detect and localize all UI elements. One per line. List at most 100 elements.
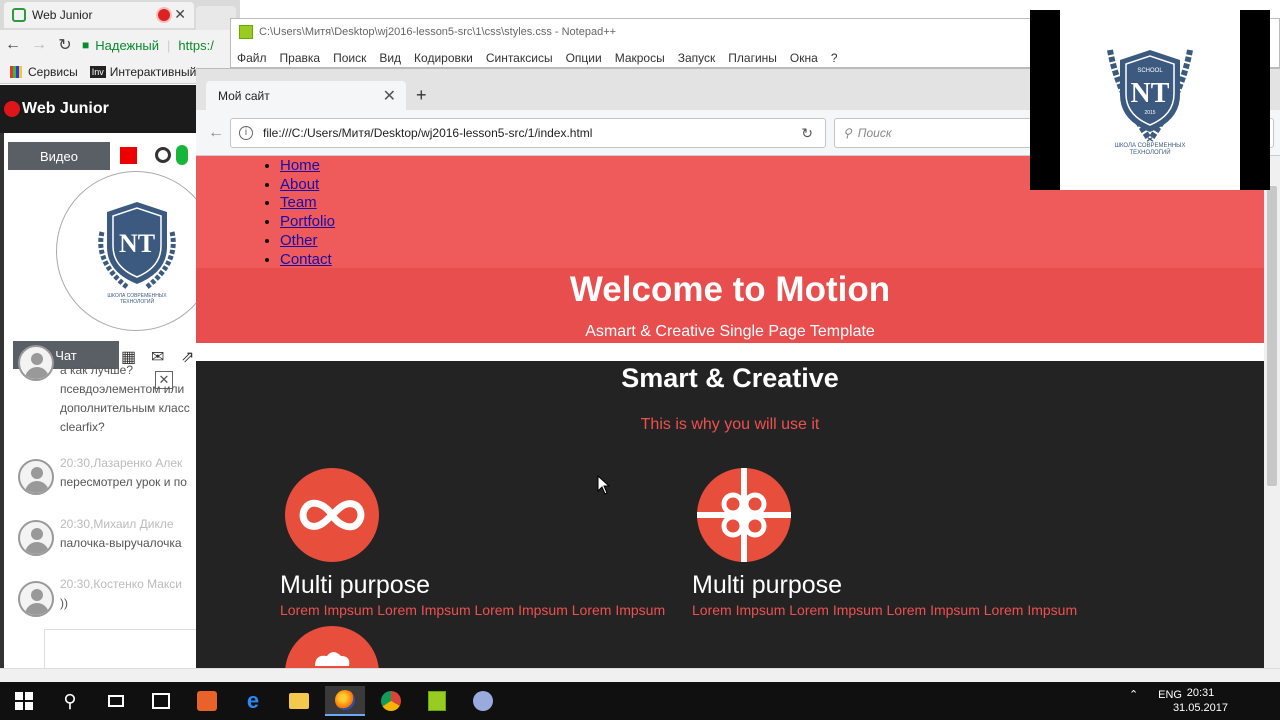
nav-link-home[interactable]: Home — [280, 157, 320, 174]
menu-item[interactable]: Поиск — [333, 51, 366, 65]
gift-icon — [697, 468, 791, 562]
nav-item: Home — [280, 157, 335, 176]
menu-item[interactable]: Плагины — [728, 51, 777, 65]
desktop: Web Junior ✕ ← → ↻ ■ Надежный | https:/ … — [0, 0, 1280, 720]
search-icon[interactable]: ⚲ — [50, 686, 90, 716]
forward-icon[interactable]: → — [26, 36, 52, 54]
school-logo-icon: SCHOOL NT 2015 ШКОЛА СОВРЕМЕННЫХ ТЕХНОЛО… — [1107, 49, 1193, 156]
notepad-title: C:\Users\Митя\Desktop\wj2016-lesson5-src… — [239, 25, 616, 39]
record-dot-icon — [4, 101, 20, 117]
nav-link-other[interactable]: Other — [280, 232, 318, 249]
svg-text:ТЕХНОЛОГИЙ: ТЕХНОЛОГИЙ — [1129, 148, 1170, 156]
video-preview: NT ШКОЛА СОВРЕМЕННЫХ ТЕХНОЛОГИЙ — [56, 171, 216, 331]
menu-item[interactable]: Файл — [237, 51, 267, 65]
windows-icon — [15, 692, 33, 710]
feature-text: Lorem Impsum Lorem Impsum Lorem Impsum L… — [692, 602, 1078, 618]
url-text: file:///C:/Users/Митя/Desktop/wj2016-les… — [263, 126, 593, 140]
menu-item[interactable]: Макросы — [615, 51, 665, 65]
app-icon[interactable] — [187, 686, 227, 716]
info-icon[interactable]: i — [239, 126, 253, 140]
menu-item[interactable]: Вид — [379, 51, 401, 65]
folder-icon[interactable] — [279, 686, 319, 716]
menu-item[interactable]: ? — [831, 51, 838, 65]
feature-text: Lorem Impsum Lorem Impsum Lorem Impsum L… — [280, 602, 666, 618]
chrome-url[interactable]: https:/ — [178, 38, 213, 53]
back-icon[interactable]: ← — [208, 124, 224, 142]
hero-subtitle: Asmart & Creative Single Page Template — [585, 323, 875, 340]
svg-text:2015: 2015 — [1144, 110, 1155, 116]
svg-text:NT: NT — [1131, 78, 1170, 109]
reload-icon[interactable]: ↻ — [52, 35, 78, 55]
nav-item: Portfolio — [280, 213, 335, 232]
close-tab-icon[interactable]: ✕ — [174, 6, 186, 23]
chat-input[interactable] — [44, 629, 200, 669]
vertical-scrollbar[interactable] — [1264, 156, 1280, 668]
nav-link-contact[interactable]: Contact — [280, 251, 332, 268]
start-button[interactable] — [4, 686, 44, 716]
recording-icon — [158, 9, 170, 21]
new-tab-icon[interactable]: + — [416, 85, 427, 106]
paint-icon[interactable] — [463, 686, 503, 716]
bookmark-services[interactable]: Сервисы — [10, 65, 78, 79]
edge-icon[interactable]: e — [233, 686, 273, 716]
microphone-icon[interactable] — [176, 145, 188, 165]
search-icon: ⚲ — [843, 126, 852, 140]
menu-item[interactable]: Правка — [280, 51, 321, 65]
task-view-icon[interactable] — [96, 686, 136, 716]
menu-item[interactable]: Запуск — [678, 51, 716, 65]
menu-item[interactable]: Синтаксисы — [486, 51, 553, 65]
horizontal-scrollbar[interactable] — [0, 668, 1280, 682]
nav-link-team[interactable]: Team — [280, 194, 317, 211]
menu-item[interactable]: Опции — [566, 51, 602, 65]
menu-item[interactable]: Окна — [790, 51, 818, 65]
close-tab-icon[interactable]: ✕ — [383, 86, 396, 106]
webjunior-panel: Видео NT ШКОЛА СОВРЕМЕННЫХ ТЕХНОЛОГИЙ Ча… — [0, 133, 216, 669]
chat-message: 20:30,Михаил Дикле палочка-выручалочка — [60, 517, 182, 550]
mouse-cursor-icon — [597, 475, 611, 495]
avatar — [18, 581, 54, 617]
chrome-tab-title: Web Junior — [32, 8, 93, 22]
scrollbar-thumb[interactable] — [1267, 186, 1277, 486]
svg-text:ТЕХНОЛОГИЙ: ТЕХНОЛОГИЙ — [120, 297, 155, 305]
section-subtitle: This is why you will use it — [640, 416, 820, 433]
site-nav: Home About Team Portfolio Other Contact — [280, 157, 335, 269]
secure-label: Надежный — [95, 37, 160, 53]
avatar — [18, 459, 54, 495]
webjunior-header: Web Junior — [0, 85, 196, 133]
menu-item[interactable]: Кодировки — [414, 51, 473, 65]
chat-message: а как лучше? псевдоэлементом или дополни… — [60, 363, 190, 434]
feature-title: Multi purpose — [692, 571, 843, 599]
nav-item: Team — [280, 194, 335, 213]
svg-text:NT: NT — [119, 229, 155, 258]
firefox-icon[interactable] — [325, 686, 365, 716]
video-button[interactable]: Видео — [8, 142, 110, 170]
nav-item: Contact — [280, 251, 335, 270]
nav-link-portfolio[interactable]: Portfolio — [280, 213, 335, 230]
notepadpp-icon[interactable] — [417, 686, 457, 716]
lock-icon: ■ — [82, 38, 90, 52]
chrome-icon[interactable] — [371, 686, 411, 716]
bookmark-interactive[interactable]: Inv Интерактивный г — [89, 65, 204, 79]
chat-message: 20:30,Костенко Макси )) — [60, 577, 182, 610]
separator: | — [167, 37, 171, 53]
notepad-icon — [239, 25, 253, 39]
nav-link-about[interactable]: About — [280, 176, 319, 193]
url-bar[interactable]: i file:///C:/Users/Митя/Desktop/wj2016-l… — [230, 118, 826, 148]
firefox-tab-title: Мой сайт — [218, 89, 270, 103]
hero-title: Welcome to Motion — [569, 270, 891, 309]
webjunior-favicon-icon — [12, 8, 26, 22]
stop-icon[interactable] — [120, 147, 137, 164]
reload-icon[interactable]: ↻ — [801, 125, 813, 142]
school-logo: SCHOOL NT 2015 ШКОЛА СОВРЕМЕННЫХ ТЕХНОЛО… — [1060, 10, 1240, 190]
firefox-tab[interactable]: Мой сайт ✕ — [206, 81, 406, 111]
avatar — [18, 520, 54, 556]
apps-icon — [10, 66, 22, 79]
section-title: Smart & Creative — [621, 363, 839, 393]
tray-expand-icon[interactable]: ⌃ — [1129, 688, 1138, 701]
webcam-icon[interactable] — [155, 147, 171, 163]
clock[interactable]: 20:31 31.05.2017 — [1173, 686, 1228, 716]
chrome-tab[interactable]: Web Junior ✕ — [4, 2, 194, 28]
store-icon[interactable] — [141, 686, 181, 716]
search-placeholder: Поиск — [857, 126, 892, 140]
back-icon[interactable]: ← — [0, 36, 26, 54]
